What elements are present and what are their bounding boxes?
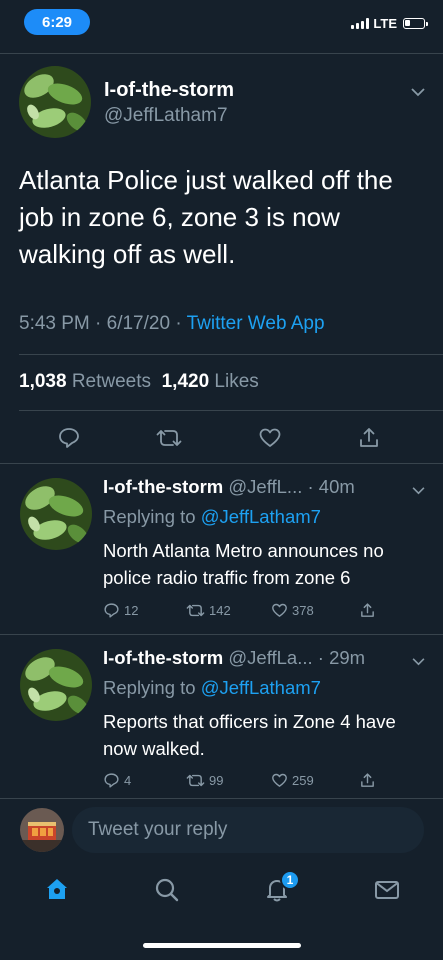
home-icon[interactable] (44, 876, 70, 907)
tweet-actions: 4 99 259 (0, 772, 443, 792)
reply-header: I-of-the-storm @JeffLa... · 29m (103, 647, 365, 669)
reply-count: 12 (124, 603, 139, 618)
tweet-text: North Atlanta Metro announces no police … (103, 540, 384, 588)
retweets-count[interactable]: 1,038 (19, 371, 67, 392)
status-bar: 6:29 LTE (0, 0, 443, 44)
retweet-icon[interactable] (156, 426, 182, 455)
avatar[interactable] (19, 66, 91, 138)
chevron-down-icon[interactable] (411, 84, 425, 102)
tweet-timestamp: 5:43 PM · 6/17/20 · (19, 313, 187, 334)
reply-header: I-of-the-storm @JeffL... · 40m (103, 476, 355, 498)
tweet-source-link[interactable]: Twitter Web App (187, 313, 325, 334)
user-handle[interactable]: @JeffLatham7 (104, 105, 228, 127)
like-action[interactable]: 259 (271, 772, 314, 789)
reply-tweet[interactable]: I-of-the-storm @JeffL... · 40m Replying … (0, 464, 443, 635)
handle-time: @JeffL... · 40m (223, 476, 355, 497)
tweet-actions (0, 426, 443, 452)
likes-count[interactable]: 1,420 (162, 371, 210, 392)
tweet-meta: 5:43 PM · 6/17/20 · Twitter Web App (19, 313, 325, 335)
display-name[interactable]: I-of-the-storm (103, 476, 223, 497)
avatar[interactable] (20, 478, 92, 550)
retweet-action[interactable]: 142 (186, 602, 231, 619)
signal-icon (351, 18, 370, 29)
reply-tweet[interactable]: I-of-the-storm @JeffLa... · 29m Replying… (0, 635, 443, 799)
tweet-text: Atlanta Police just walked off the job i… (19, 165, 393, 269)
tweet-text: Reports that officers in Zone 4 have now… (103, 711, 396, 759)
notifications-badge: 1 (280, 870, 300, 890)
retweet-count: 99 (209, 773, 224, 788)
header-divider (0, 53, 443, 54)
like-count: 259 (292, 773, 314, 788)
reply-icon (104, 773, 119, 788)
replying-to: Replying to @JeffLatham7 (103, 677, 321, 699)
avatar[interactable] (20, 808, 64, 852)
likes-label[interactable]: Likes (209, 371, 258, 392)
like-action[interactable]: 378 (271, 602, 314, 619)
replying-to-link[interactable]: @JeffLatham7 (201, 506, 321, 527)
reply-icon (104, 603, 119, 618)
network-label: LTE (373, 16, 397, 31)
replying-to-link[interactable]: @JeffLatham7 (201, 677, 321, 698)
replying-prefix: Replying to (103, 677, 201, 698)
divider (19, 354, 443, 355)
battery-icon (403, 18, 428, 29)
like-count: 378 (292, 603, 314, 618)
reply-action[interactable]: 4 (103, 772, 131, 789)
display-name[interactable]: I-of-the-storm (103, 647, 223, 668)
messages-icon[interactable] (373, 876, 401, 909)
reply-composer: Tweet your reply (0, 800, 443, 860)
replying-to: Replying to @JeffLatham7 (103, 506, 321, 528)
like-icon[interactable] (258, 426, 282, 455)
reply-action[interactable]: 12 (103, 602, 138, 619)
display-name[interactable]: I-of-the-storm (104, 79, 234, 102)
search-icon[interactable] (153, 876, 181, 909)
divider (19, 410, 443, 411)
avatar[interactable] (20, 649, 92, 721)
share-icon[interactable] (359, 772, 376, 789)
reply-count: 4 (124, 773, 132, 788)
retweets-label[interactable]: Retweets (67, 371, 151, 392)
share-icon[interactable] (359, 602, 376, 619)
status-indicators: LTE (351, 16, 428, 31)
retweet-icon (186, 774, 205, 787)
status-time: 6:29 (24, 9, 90, 35)
reply-icon[interactable] (57, 426, 81, 455)
divider (0, 798, 443, 799)
replying-prefix: Replying to (103, 506, 201, 527)
like-icon (272, 773, 287, 787)
share-icon[interactable] (357, 426, 381, 455)
home-indicator[interactable] (143, 943, 301, 948)
bottom-tab-bar: 1 (0, 862, 443, 918)
retweet-icon (186, 604, 205, 617)
reply-input[interactable]: Tweet your reply (72, 807, 424, 853)
chevron-down-icon[interactable] (412, 653, 425, 671)
retweet-action[interactable]: 99 (186, 772, 223, 789)
tweet-stats: 1,038 Retweets 1,420 Likes (19, 371, 259, 393)
like-icon (272, 603, 287, 617)
chevron-down-icon[interactable] (412, 482, 425, 500)
handle-time: @JeffLa... · 29m (223, 647, 366, 668)
retweet-count: 142 (209, 603, 231, 618)
tweet-actions: 12 142 378 (0, 602, 443, 622)
